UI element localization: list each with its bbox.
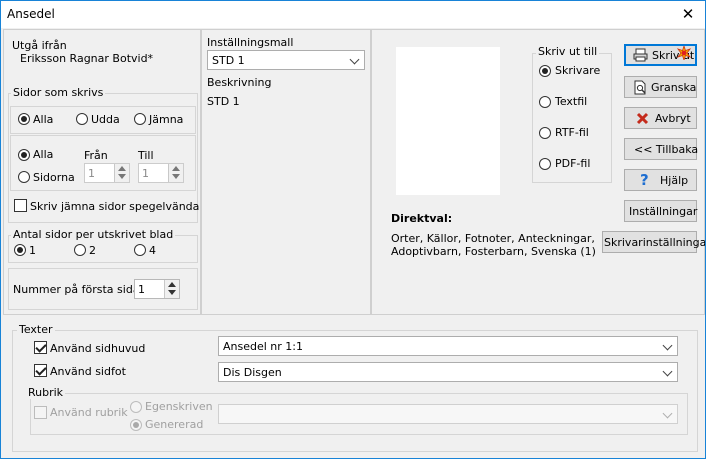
to-spinner[interactable]: 1 xyxy=(138,163,184,183)
radio-genererad[interactable] xyxy=(130,419,142,431)
mirror-checkbox[interactable] xyxy=(14,199,27,212)
range-sidorna-label: Sidorna xyxy=(33,171,75,184)
hjalp-button[interactable]: ? Hjälp xyxy=(624,169,697,191)
skriv-ut-button[interactable]: Skriv ut xyxy=(624,44,697,66)
page-preview xyxy=(396,47,500,195)
antal-label: Antal sidor per utskrivet blad xyxy=(11,228,176,241)
from-label: Från xyxy=(84,149,108,162)
rtf-fil-label: RTF-fil xyxy=(555,126,589,139)
utga-label: Utgå ifrån xyxy=(12,39,67,52)
avbryt-button[interactable]: Avbryt xyxy=(624,107,697,129)
skrivarinstallningar-button[interactable]: Skrivarinställningar xyxy=(602,231,705,253)
radio-pdf-fil[interactable] xyxy=(539,158,551,170)
granska-button[interactable]: Granska xyxy=(624,76,697,98)
which-alla-label: Alla xyxy=(33,113,54,126)
mall-combo[interactable]: STD 1 xyxy=(207,50,365,70)
radio-range-sidorna[interactable] xyxy=(18,171,30,183)
sidfot-combo[interactable]: Dis Disgen xyxy=(218,362,678,382)
close-icon[interactable]: ✕ xyxy=(677,3,699,25)
nummer-label: Nummer på första sidan xyxy=(13,283,147,296)
antal-4-label: 4 xyxy=(149,244,156,257)
rubrik-checkbox[interactable] xyxy=(34,406,47,419)
which-jamna-label: Jämna xyxy=(149,113,184,126)
direktval-line1: Orter, Källor, Fotnoter, Anteckningar, xyxy=(391,232,595,245)
nummer-value: 1 xyxy=(138,283,145,296)
antal-2-label: 2 xyxy=(89,244,96,257)
radio-egenskriven[interactable] xyxy=(130,401,142,413)
skrivare-label: Skrivare xyxy=(555,64,601,77)
rubrik-combo[interactable] xyxy=(218,404,678,424)
skrivarinstallningar-label: Skrivarinställningar xyxy=(604,236,706,249)
radio-which-udda[interactable] xyxy=(76,113,88,125)
sidfot-label: Använd sidfot xyxy=(50,365,126,378)
radio-which-jamna[interactable] xyxy=(134,113,146,125)
antal-1-label: 1 xyxy=(29,244,36,257)
sidhuvud-value: Ansedel nr 1:1 xyxy=(223,340,303,353)
rubrik-label: Rubrik xyxy=(26,386,66,399)
from-spin-buttons[interactable] xyxy=(114,164,129,182)
to-label: Till xyxy=(138,149,154,162)
granska-label: Granska xyxy=(651,81,697,94)
to-value: 1 xyxy=(142,167,149,180)
middle-pane xyxy=(201,29,371,315)
sidfot-value: Dis Disgen xyxy=(223,366,282,379)
skriv-ut-till-label: Skriv ut till xyxy=(536,45,600,58)
direktval-line2: Adoptivbarn, Fosterbarn, Svenska (1) xyxy=(391,245,596,258)
radio-antal-1[interactable] xyxy=(14,244,26,256)
textfil-label: Textfil xyxy=(555,95,588,108)
pdf-fil-label: PDF-fil xyxy=(555,157,591,170)
window-title: Ansedel xyxy=(7,7,55,21)
chevron-down-icon[interactable] xyxy=(662,408,673,419)
title-bar: Ansedel ✕ xyxy=(1,1,705,28)
radio-which-alla[interactable] xyxy=(18,113,30,125)
egenskriven-label: Egenskriven xyxy=(145,400,213,413)
tillbaka-button[interactable]: << Tillbaka xyxy=(624,138,699,160)
radio-skrivare[interactable] xyxy=(539,65,551,77)
cancel-x-icon xyxy=(636,112,649,125)
sidfot-checkbox[interactable] xyxy=(34,364,47,377)
sidor-label: Sidor som skrivs xyxy=(11,86,106,99)
beskrivning-label: Beskrivning xyxy=(207,76,272,89)
installningar-label: Inställningar xyxy=(629,205,698,218)
beskrivning-value: STD 1 xyxy=(207,95,240,108)
from-spinner[interactable]: 1 xyxy=(84,163,130,183)
installningar-button[interactable]: Inställningar xyxy=(624,200,697,222)
mirror-label: Skriv jämna sidor spegelvända xyxy=(30,200,200,213)
to-spin-buttons[interactable] xyxy=(168,164,183,182)
starburst-icon xyxy=(677,46,691,60)
radio-textfil[interactable] xyxy=(539,96,551,108)
nummer-spinner[interactable]: 1 xyxy=(134,279,180,299)
tillbaka-label: << Tillbaka xyxy=(634,143,699,156)
radio-rtf-fil[interactable] xyxy=(539,127,551,139)
sidhuvud-checkbox[interactable] xyxy=(34,341,47,354)
nummer-spin-buttons[interactable] xyxy=(164,280,179,298)
radio-range-alla[interactable] xyxy=(18,149,30,161)
genererad-label: Genererad xyxy=(145,418,204,431)
mall-label: Inställningsmall xyxy=(207,36,294,49)
sidhuvud-combo[interactable]: Ansedel nr 1:1 xyxy=(218,336,678,356)
range-alla-label: Alla xyxy=(33,148,54,161)
which-udda-label: Udda xyxy=(91,113,120,126)
from-value: 1 xyxy=(88,167,95,180)
radio-antal-4[interactable] xyxy=(134,244,146,256)
chevron-down-icon[interactable] xyxy=(349,54,360,65)
texter-label: Texter xyxy=(17,323,55,336)
chevron-down-icon[interactable] xyxy=(662,340,673,351)
anvand-rubrik-label: Använd rubrik xyxy=(50,406,128,419)
magnifier-page-icon xyxy=(634,80,646,95)
help-icon: ? xyxy=(640,171,649,189)
direktval-label: Direktval: xyxy=(391,212,453,225)
utga-value: Eriksson Ragnar Botvid* xyxy=(20,52,154,65)
avbryt-label: Avbryt xyxy=(655,112,691,125)
dialog-window: Ansedel ✕ Utgå ifrån Eriksson Ragnar Bot… xyxy=(0,0,706,459)
mall-value: STD 1 xyxy=(212,54,245,67)
hjalp-label: Hjälp xyxy=(660,174,689,187)
sidhuvud-label: Använd sidhuvud xyxy=(50,342,146,355)
radio-antal-2[interactable] xyxy=(74,244,86,256)
chevron-down-icon[interactable] xyxy=(662,366,673,377)
printer-icon xyxy=(633,48,648,62)
